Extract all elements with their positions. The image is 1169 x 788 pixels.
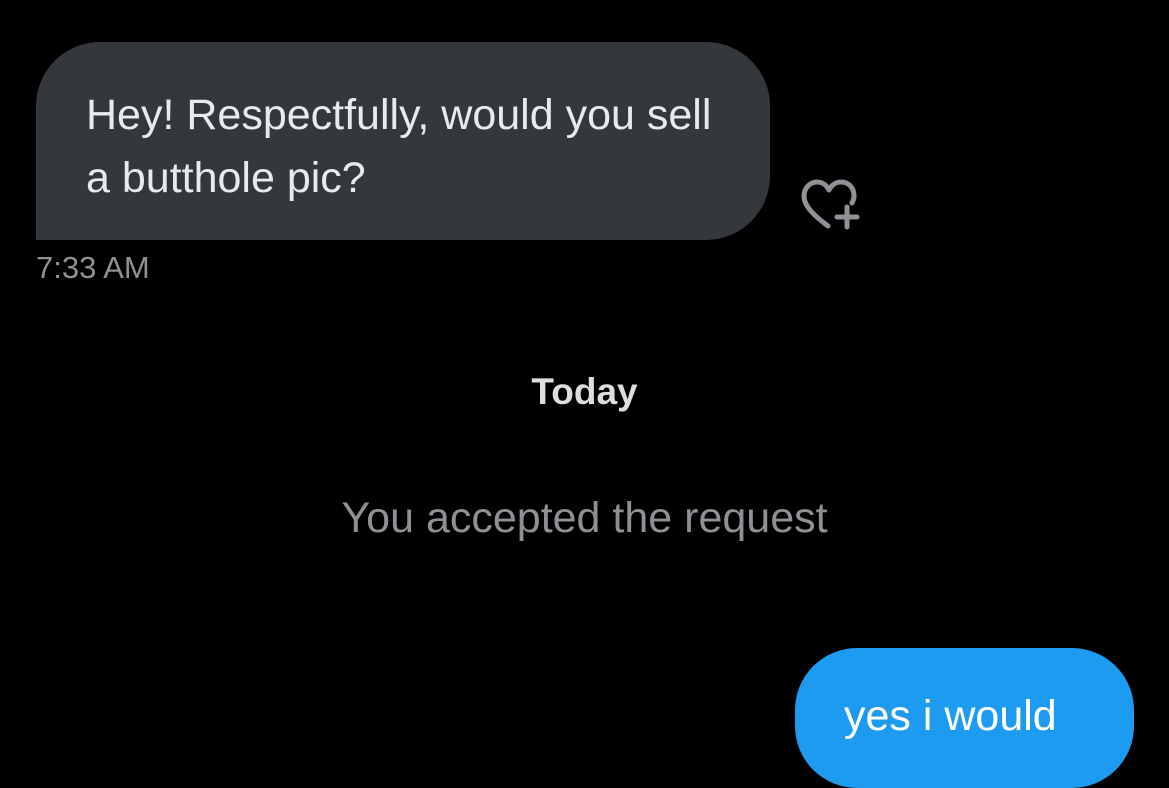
incoming-message-text: Hey! Respectfully, would you sell a butt… [86,91,712,202]
outgoing-message-bubble[interactable]: yes i would [795,648,1134,788]
incoming-message-bubble[interactable]: Hey! Respectfully, would you sell a butt… [36,42,770,240]
day-separator: Today [531,371,638,412]
system-message: You accepted the request [341,494,828,542]
heart-plus-icon[interactable] [798,176,864,234]
outgoing-message-text: yes i would [844,692,1057,740]
message-timestamp: 7:33 AM [36,250,150,285]
